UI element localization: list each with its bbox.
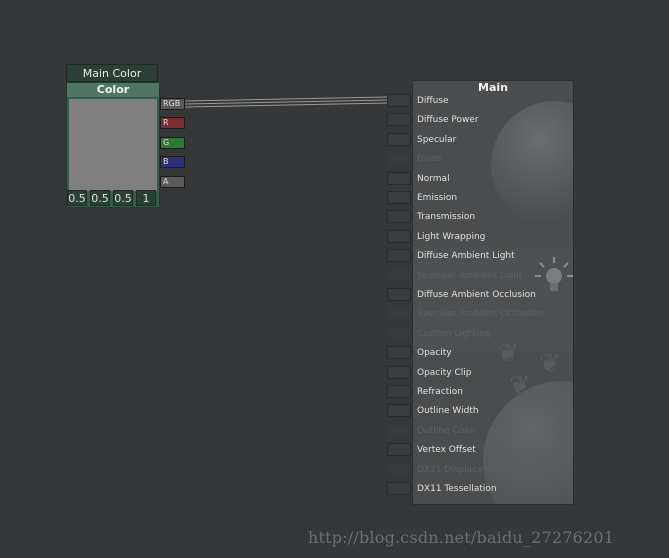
input-label-custom-lighting: Custom Lighting — [417, 329, 491, 339]
watermark: http://blog.csdn.net/baidu_27276201 — [308, 528, 615, 547]
input-port-outline-width[interactable] — [387, 404, 411, 417]
input-port-emission[interactable] — [387, 191, 411, 204]
input-label-gloss: Gloss — [417, 154, 442, 164]
value-r-field[interactable]: 0.5 — [67, 190, 87, 206]
input-port-outline-color[interactable] — [387, 424, 411, 437]
input-port-dx11-displacement[interactable] — [387, 463, 411, 476]
input-port-diffuse-ambient-occlusion[interactable] — [387, 288, 411, 301]
input-port-dx11-tessellation[interactable] — [387, 482, 411, 495]
color-swatch[interactable] — [69, 99, 157, 191]
input-port-specular[interactable] — [387, 133, 411, 146]
leaf-icon: ❦ — [497, 339, 519, 369]
output-port-g[interactable]: G — [160, 137, 185, 149]
input-port-custom-lighting[interactable] — [387, 327, 411, 340]
input-port-transmission[interactable] — [387, 210, 411, 223]
lightbulb-icon — [535, 257, 573, 291]
output-port-a[interactable]: A — [160, 176, 185, 188]
leaf-icon: ❦ — [509, 371, 531, 401]
input-port-normal[interactable] — [387, 172, 411, 185]
input-label-opacity: Opacity — [417, 348, 452, 358]
input-label-transmission: Transmission — [417, 212, 476, 222]
input-port-diffuse-power[interactable] — [387, 113, 411, 126]
color-node-title[interactable]: Main Color — [66, 64, 158, 82]
input-label-vertex-offset: Vertex Offset — [417, 445, 476, 455]
input-port-diffuse[interactable] — [387, 94, 411, 107]
value-g-field[interactable]: 0.5 — [90, 190, 110, 206]
preview-sphere — [491, 101, 573, 229]
input-port-opacity[interactable] — [387, 346, 411, 359]
input-port-opacity-clip[interactable] — [387, 366, 411, 379]
value-a-field[interactable]: 1 — [136, 190, 156, 206]
input-port-refraction[interactable] — [387, 385, 411, 398]
input-label-emission: Emission — [417, 193, 458, 203]
input-port-gloss[interactable] — [387, 152, 411, 165]
input-label-diffuse-power: Diffuse Power — [417, 115, 479, 125]
input-port-diffuse-ambient-light[interactable] — [387, 249, 411, 262]
input-label-light-wrapping: Light Wrapping — [417, 232, 486, 242]
input-label-specular-ambient-occlusion: Specular Ambient Occlusion — [417, 309, 544, 319]
output-port-r[interactable]: R — [160, 117, 185, 129]
input-label-specular: Specular — [417, 135, 457, 145]
input-label-diffuse-ambient-light: Diffuse Ambient Light — [417, 251, 515, 261]
value-b-field[interactable]: 0.5 — [113, 190, 133, 206]
output-port-rgb[interactable]: RGB — [160, 98, 185, 110]
leaf-icon: ❦ — [539, 349, 561, 379]
color-node-header: Color — [67, 83, 159, 97]
input-label-outline-color: Outline Color — [417, 426, 476, 436]
input-label-normal: Normal — [417, 174, 450, 184]
input-port-specular-ambient-light[interactable] — [387, 269, 411, 282]
output-port-b[interactable]: B — [160, 156, 185, 168]
input-port-vertex-offset[interactable] — [387, 443, 411, 456]
input-label-diffuse: Diffuse — [417, 96, 449, 106]
input-label-dx11-tessellation: DX11 Tessellation — [417, 484, 497, 494]
input-label-diffuse-ambient-occlusion: Diffuse Ambient Occlusion — [417, 290, 536, 300]
input-label-refraction: Refraction — [417, 387, 463, 397]
input-label-opacity-clip: Opacity Clip — [417, 368, 472, 378]
input-label-specular-ambient-light: Specular Ambient Light — [417, 271, 523, 281]
input-label-dx11-displacement: DX11 Displacement — [417, 465, 507, 475]
input-port-light-wrapping[interactable] — [387, 230, 411, 243]
input-port-specular-ambient-occlusion[interactable] — [387, 307, 411, 320]
input-label-outline-width: Outline Width — [417, 406, 479, 416]
